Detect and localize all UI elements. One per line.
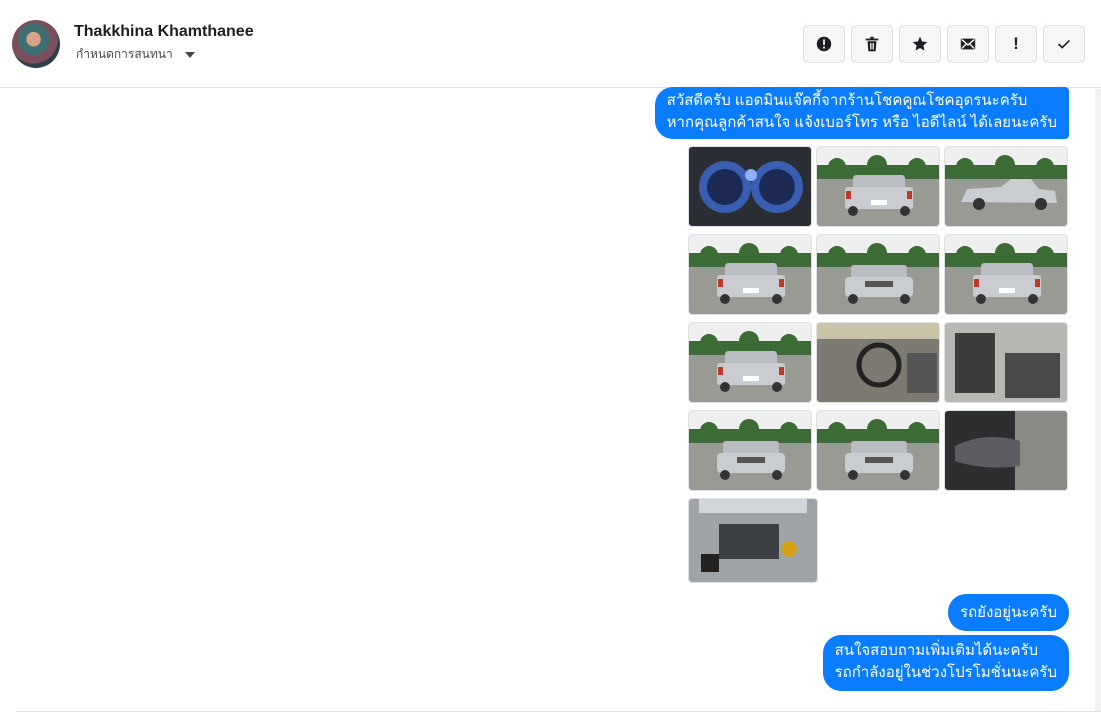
exclamation-icon: !: [1013, 34, 1019, 53]
message-line: หากคุณลูกค้าสนใจ แจ้งเบอร์โทร หรือ ไอดีไ…: [666, 114, 1057, 131]
toolbar: !: [803, 25, 1085, 63]
star-button[interactable]: [899, 25, 941, 63]
report-button[interactable]: [803, 25, 845, 63]
mark-unread-button[interactable]: [947, 25, 989, 63]
photo-thumbnail[interactable]: [688, 146, 812, 227]
message-bubble[interactable]: สวัสดีครับ แอดมินแจ๊คกี้จากร้านโชคคูณโชค…: [654, 87, 1069, 139]
star-icon: [912, 36, 928, 51]
photo-thumbnail[interactable]: [944, 410, 1068, 491]
photo-thumbnail[interactable]: [816, 234, 940, 315]
message-bubble[interactable]: รถยังอยู่นะครับ: [948, 594, 1069, 631]
contact-name[interactable]: Thakkhina Khamthanee: [74, 23, 254, 41]
delete-button[interactable]: [851, 25, 893, 63]
photo-thumbnail[interactable]: [816, 322, 940, 403]
schedule-conversation-label: กำหนดการสนทนา: [76, 47, 173, 61]
photo-thumbnail[interactable]: [944, 234, 1068, 315]
photo-thumbnail[interactable]: [688, 410, 812, 491]
photo-thumbnail[interactable]: [816, 410, 940, 491]
follow-up-button[interactable]: !: [995, 25, 1037, 63]
photo-thumbnail[interactable]: [688, 498, 818, 583]
trash-icon: [865, 36, 879, 52]
alert-circle-icon: [816, 36, 832, 52]
message-text: รถยังอยู่นะครับ: [960, 604, 1057, 621]
photo-thumbnail[interactable]: [688, 234, 812, 315]
scrollbar[interactable]: [1095, 89, 1101, 712]
message-thread[interactable]: สวัสดีครับ แอดมินแจ๊คกี้จากร้านโชคคูณโชค…: [0, 87, 1101, 712]
message-line: รถกำลังอยู่ในช่วงโปรโมชั่นนะครับ: [834, 664, 1057, 681]
check-icon: [1058, 39, 1070, 49]
message-line: สวัสดีครับ แอดมินแจ๊คกี้จากร้านโชคคูณโชค…: [666, 92, 1028, 109]
mail-icon: [960, 38, 976, 50]
photo-thumbnail[interactable]: [688, 322, 812, 403]
photo-thumbnail[interactable]: [944, 146, 1068, 227]
schedule-conversation-dropdown[interactable]: กำหนดการสนทนา: [76, 45, 195, 64]
message-line: สนใจสอบถามเพิ่มเติมได้นะครับ: [834, 642, 1039, 659]
caret-down-icon: [184, 51, 195, 58]
photo-thumbnail[interactable]: [816, 146, 940, 227]
mark-done-button[interactable]: [1043, 25, 1085, 63]
message-bubble[interactable]: สนใจสอบถามเพิ่มเติมได้นะครับ รถกำลังอยู่…: [822, 635, 1069, 691]
avatar[interactable]: [12, 20, 60, 68]
photo-thumbnail[interactable]: [944, 322, 1068, 403]
conversation-header: Thakkhina Khamthanee กำหนดการสนทนา !: [0, 0, 1101, 88]
